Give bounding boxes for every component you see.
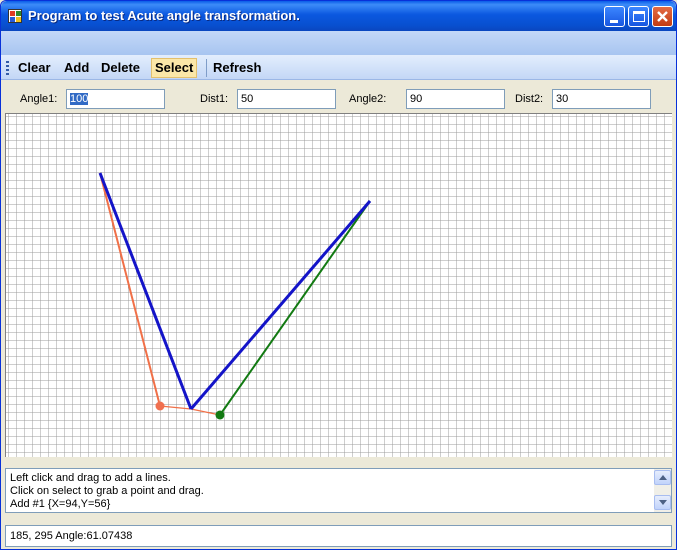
minimize-button[interactable]	[604, 6, 625, 27]
scroll-down-icon	[659, 500, 667, 505]
clear-button[interactable]: Clear	[15, 58, 54, 78]
dist1-field[interactable]: 50	[237, 89, 336, 109]
log-scrollbar[interactable]	[654, 469, 671, 512]
angle1-field[interactable]: 100	[66, 89, 165, 109]
title-bar[interactable]: Program to test Acute angle transformati…	[1, 1, 676, 31]
angle1-value: 100	[70, 93, 89, 105]
scroll-down-button[interactable]	[654, 495, 671, 510]
dist2-label: Dist2:	[515, 93, 544, 105]
angle2-field[interactable]: 90	[406, 89, 505, 109]
window-title: Program to test Acute angle transformati…	[28, 8, 300, 23]
add-button[interactable]: Add	[61, 58, 92, 78]
log-textbox[interactable]: Left click and drag to add a lines. Clic…	[5, 468, 672, 513]
maximize-icon	[633, 11, 645, 22]
close-icon	[657, 11, 668, 22]
dist1-label: Dist1:	[200, 93, 229, 105]
toolbar-separator	[206, 59, 207, 77]
angle2-label: Angle2:	[349, 93, 387, 105]
orange-handle-point[interactable]	[155, 401, 165, 411]
menu-band	[1, 31, 676, 56]
app-window: Program to test Acute angle transformati…	[0, 0, 677, 550]
toolbar: Clear Add Delete Select Refresh	[1, 55, 676, 80]
angle1-label: Angle1:	[20, 93, 58, 105]
green-handle-point[interactable]	[215, 410, 225, 420]
minimize-icon	[610, 20, 618, 23]
maximize-button[interactable]	[628, 6, 649, 27]
log-line: Click on select to grab a point and drag…	[10, 485, 204, 497]
status-box: 185, 295 Angle:61.07438	[5, 525, 672, 547]
refresh-button[interactable]: Refresh	[210, 58, 264, 78]
app-form-icon[interactable]	[8, 9, 22, 23]
dist2-field[interactable]: 30	[552, 89, 651, 109]
toolbar-grip[interactable]	[6, 61, 9, 75]
status-text: 185, 295 Angle:61.07438	[10, 530, 133, 542]
delete-button[interactable]: Delete	[98, 58, 143, 78]
canvas-drawing[interactable]	[6, 114, 672, 457]
select-button[interactable]: Select	[151, 58, 198, 78]
grid	[6, 114, 672, 457]
scroll-up-button[interactable]	[654, 470, 671, 485]
log-line: Left click and drag to add a lines.	[10, 472, 171, 484]
drawing-canvas[interactable]	[5, 113, 672, 457]
parameter-bar: Angle1: 100 Dist1: 50 Angle2: 90 Dist2: …	[7, 87, 671, 111]
close-button[interactable]	[652, 6, 673, 27]
log-line: Add #1 {X=94,Y=56}	[10, 498, 111, 510]
scroll-up-icon	[659, 475, 667, 480]
